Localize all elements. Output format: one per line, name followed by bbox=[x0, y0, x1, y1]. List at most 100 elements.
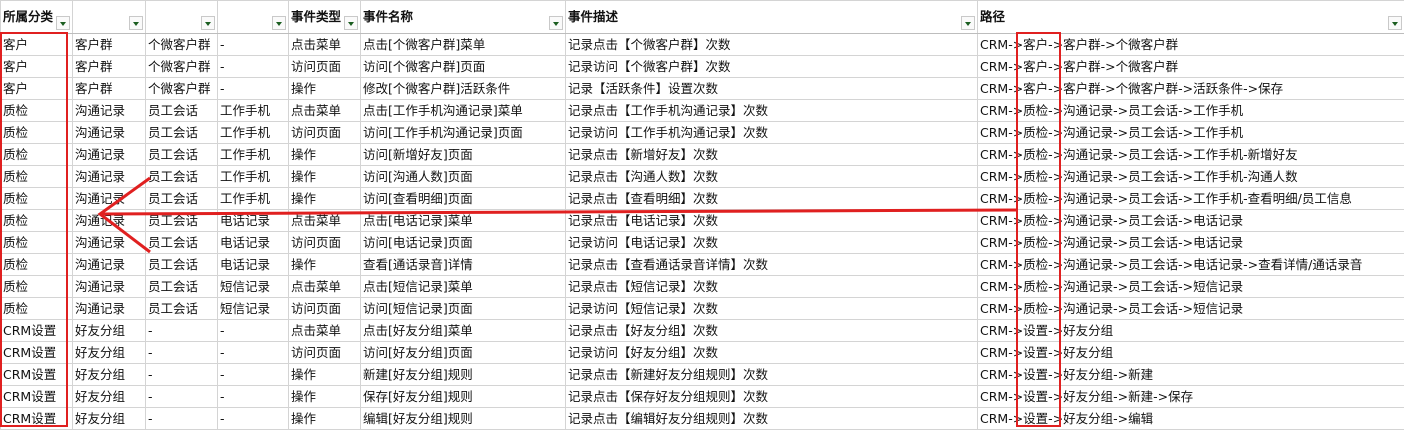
event-name-cell[interactable]: 新建[好友分组]规则 bbox=[361, 364, 566, 386]
category-cell[interactable]: CRM设置 bbox=[1, 386, 73, 408]
column-header-7[interactable]: 事件描述 bbox=[566, 1, 978, 34]
event-name-cell[interactable]: 保存[好友分组]规则 bbox=[361, 386, 566, 408]
event-description-cell[interactable]: 记录访问【短信记录】次数 bbox=[566, 298, 978, 320]
event-description-cell[interactable]: 记录访问【好友分组】次数 bbox=[566, 342, 978, 364]
filter-dropdown-icon[interactable] bbox=[961, 16, 975, 30]
event-type-cell[interactable]: 点击菜单 bbox=[289, 100, 361, 122]
category-cell[interactable]: 客户 bbox=[1, 56, 73, 78]
event-name-cell[interactable]: 点击[电话记录]菜单 bbox=[361, 210, 566, 232]
event-name-cell[interactable]: 访问[沟通人数]页面 bbox=[361, 166, 566, 188]
event-description-cell[interactable]: 记录点击【编辑好友分组规则】次数 bbox=[566, 408, 978, 430]
category-cell[interactable]: 质检 bbox=[1, 210, 73, 232]
sub-category-2-cell[interactable]: 员工会话 bbox=[146, 100, 218, 122]
path-cell[interactable]: CRM->质检->沟通记录->员工会话->工作手机-沟通人数 bbox=[978, 166, 1404, 188]
path-cell[interactable]: CRM->设置->好友分组->新建 bbox=[978, 364, 1404, 386]
event-type-cell[interactable]: 点击菜单 bbox=[289, 320, 361, 342]
sub-category-3-cell[interactable]: - bbox=[218, 320, 289, 342]
filter-dropdown-icon[interactable] bbox=[344, 16, 358, 30]
sub-category-3-cell[interactable]: - bbox=[218, 408, 289, 430]
event-type-cell[interactable]: 访问页面 bbox=[289, 56, 361, 78]
path-cell[interactable]: CRM->质检->沟通记录->员工会话->短信记录 bbox=[978, 298, 1404, 320]
sub-category-cell[interactable]: 沟通记录 bbox=[73, 144, 146, 166]
event-description-cell[interactable]: 记录点击【查看通话录音详情】次数 bbox=[566, 254, 978, 276]
sub-category-cell[interactable]: 沟通记录 bbox=[73, 210, 146, 232]
event-type-cell[interactable]: 访问页面 bbox=[289, 342, 361, 364]
path-cell[interactable]: CRM->客户->客户群->个微客户群->活跃条件->保存 bbox=[978, 78, 1404, 100]
event-type-cell[interactable]: 操作 bbox=[289, 408, 361, 430]
path-cell[interactable]: CRM->设置->好友分组->编辑 bbox=[978, 408, 1404, 430]
sub-category-3-cell[interactable]: 短信记录 bbox=[218, 298, 289, 320]
path-cell[interactable]: CRM->质检->沟通记录->员工会话->电话记录 bbox=[978, 210, 1404, 232]
event-type-cell[interactable]: 访问页面 bbox=[289, 298, 361, 320]
event-description-cell[interactable]: 记录访问【电话记录】次数 bbox=[566, 232, 978, 254]
sub-category-cell[interactable]: 沟通记录 bbox=[73, 276, 146, 298]
event-description-cell[interactable]: 记录【活跃条件】设置次数 bbox=[566, 78, 978, 100]
sub-category-cell[interactable]: 沟通记录 bbox=[73, 100, 146, 122]
sub-category-cell[interactable]: 好友分组 bbox=[73, 320, 146, 342]
event-name-cell[interactable]: 查看[通话录音]详情 bbox=[361, 254, 566, 276]
sub-category-3-cell[interactable]: - bbox=[218, 56, 289, 78]
event-description-cell[interactable]: 记录点击【新建好友分组规则】次数 bbox=[566, 364, 978, 386]
sub-category-cell[interactable]: 好友分组 bbox=[73, 386, 146, 408]
sub-category-3-cell[interactable]: 电话记录 bbox=[218, 210, 289, 232]
column-header-5[interactable]: 事件类型 bbox=[289, 1, 361, 34]
event-name-cell[interactable]: 访问[电话记录]页面 bbox=[361, 232, 566, 254]
sub-category-3-cell[interactable]: - bbox=[218, 34, 289, 56]
path-cell[interactable]: CRM->质检->沟通记录->员工会话->工作手机-新增好友 bbox=[978, 144, 1404, 166]
path-cell[interactable]: CRM->客户->客户群->个微客户群 bbox=[978, 56, 1404, 78]
sub-category-cell[interactable]: 沟通记录 bbox=[73, 166, 146, 188]
sub-category-2-cell[interactable]: 员工会话 bbox=[146, 122, 218, 144]
path-cell[interactable]: CRM->质检->沟通记录->员工会话->工作手机-查看明细/员工信息 bbox=[978, 188, 1404, 210]
event-type-cell[interactable]: 点击菜单 bbox=[289, 34, 361, 56]
event-name-cell[interactable]: 点击[工作手机沟通记录]菜单 bbox=[361, 100, 566, 122]
sub-category-2-cell[interactable]: 员工会话 bbox=[146, 166, 218, 188]
category-cell[interactable]: 质检 bbox=[1, 166, 73, 188]
event-name-cell[interactable]: 访问[好友分组]页面 bbox=[361, 342, 566, 364]
event-type-cell[interactable]: 点击菜单 bbox=[289, 276, 361, 298]
sub-category-3-cell[interactable]: 工作手机 bbox=[218, 122, 289, 144]
sub-category-cell[interactable]: 沟通记录 bbox=[73, 188, 146, 210]
column-header-2[interactable] bbox=[73, 1, 146, 34]
sub-category-3-cell[interactable]: - bbox=[218, 342, 289, 364]
path-cell[interactable]: CRM->客户->客户群->个微客户群 bbox=[978, 34, 1404, 56]
column-header-8[interactable]: 路径 bbox=[978, 1, 1404, 34]
sub-category-cell[interactable]: 好友分组 bbox=[73, 364, 146, 386]
event-name-cell[interactable]: 访问[新增好友]页面 bbox=[361, 144, 566, 166]
category-cell[interactable]: 质检 bbox=[1, 144, 73, 166]
category-cell[interactable]: CRM设置 bbox=[1, 408, 73, 430]
sub-category-2-cell[interactable]: 员工会话 bbox=[146, 232, 218, 254]
path-cell[interactable]: CRM->设置->好友分组 bbox=[978, 342, 1404, 364]
filter-dropdown-icon[interactable] bbox=[201, 16, 215, 30]
event-type-cell[interactable]: 访问页面 bbox=[289, 122, 361, 144]
event-name-cell[interactable]: 编辑[好友分组]规则 bbox=[361, 408, 566, 430]
column-header-6[interactable]: 事件名称 bbox=[361, 1, 566, 34]
event-name-cell[interactable]: 访问[短信记录]页面 bbox=[361, 298, 566, 320]
event-description-cell[interactable]: 记录点击【保存好友分组规则】次数 bbox=[566, 386, 978, 408]
sub-category-2-cell[interactable]: - bbox=[146, 386, 218, 408]
category-cell[interactable]: CRM设置 bbox=[1, 342, 73, 364]
filter-dropdown-icon[interactable] bbox=[56, 16, 70, 30]
filter-dropdown-icon[interactable] bbox=[549, 16, 563, 30]
category-cell[interactable]: 质检 bbox=[1, 298, 73, 320]
event-description-cell[interactable]: 记录点击【新增好友】次数 bbox=[566, 144, 978, 166]
filter-dropdown-icon[interactable] bbox=[1388, 16, 1402, 30]
path-cell[interactable]: CRM->质检->沟通记录->员工会话->电话记录->查看详情/通话录音 bbox=[978, 254, 1404, 276]
event-description-cell[interactable]: 记录点击【工作手机沟通记录】次数 bbox=[566, 100, 978, 122]
event-name-cell[interactable]: 访问[查看明细]页面 bbox=[361, 188, 566, 210]
event-description-cell[interactable]: 记录点击【沟通人数】次数 bbox=[566, 166, 978, 188]
column-header-1[interactable]: 所属分类 bbox=[1, 1, 73, 34]
category-cell[interactable]: 质检 bbox=[1, 254, 73, 276]
path-cell[interactable]: CRM->质检->沟通记录->员工会话->电话记录 bbox=[978, 232, 1404, 254]
category-cell[interactable]: CRM设置 bbox=[1, 320, 73, 342]
sub-category-2-cell[interactable]: 个微客户群 bbox=[146, 34, 218, 56]
sub-category-cell[interactable]: 沟通记录 bbox=[73, 254, 146, 276]
sub-category-3-cell[interactable]: - bbox=[218, 386, 289, 408]
sub-category-3-cell[interactable]: 工作手机 bbox=[218, 100, 289, 122]
filter-dropdown-icon[interactable] bbox=[129, 16, 143, 30]
path-cell[interactable]: CRM->设置->好友分组 bbox=[978, 320, 1404, 342]
category-cell[interactable]: 质检 bbox=[1, 122, 73, 144]
category-cell[interactable]: 质检 bbox=[1, 232, 73, 254]
sub-category-2-cell[interactable]: - bbox=[146, 408, 218, 430]
event-name-cell[interactable]: 修改[个微客户群]活跃条件 bbox=[361, 78, 566, 100]
sub-category-cell[interactable]: 沟通记录 bbox=[73, 122, 146, 144]
